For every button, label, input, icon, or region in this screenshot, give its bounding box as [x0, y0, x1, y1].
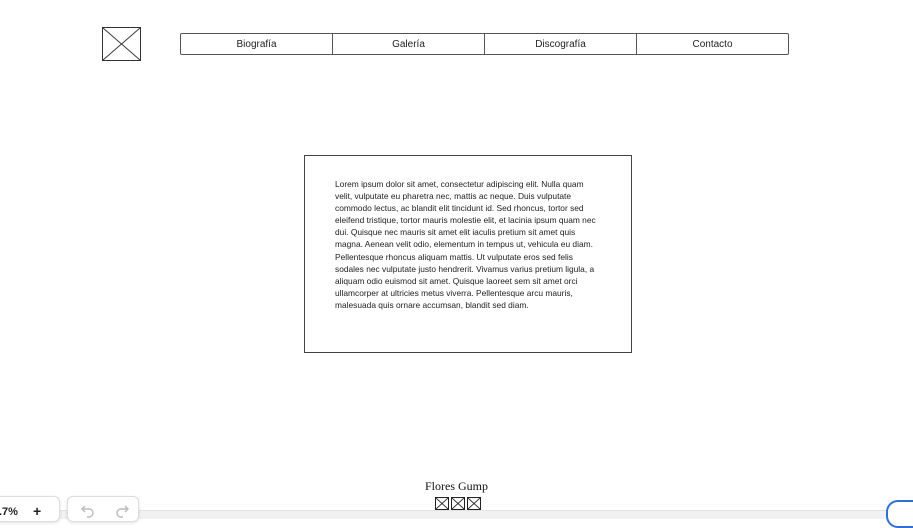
- footer-name: Flores Gump: [425, 479, 488, 493]
- social-placeholder-icon[interactable]: [435, 497, 449, 510]
- redo-icon[interactable]: [114, 504, 130, 518]
- zoom-in-button[interactable]: +: [33, 503, 41, 519]
- social-icons: [435, 497, 483, 511]
- canvas: Biografía Galería Discografía Contacto L…: [0, 0, 913, 518]
- undo-icon[interactable]: [80, 504, 96, 518]
- zoom-level: .7%: [0, 506, 18, 518]
- logo-placeholder-icon: [102, 27, 141, 61]
- social-placeholder-icon[interactable]: [451, 497, 465, 510]
- nav-item-galeria[interactable]: Galería: [333, 34, 485, 54]
- social-placeholder-icon[interactable]: [467, 497, 481, 510]
- nav-item-biografia[interactable]: Biografía: [181, 34, 333, 54]
- zoom-control: .7% +: [0, 496, 60, 522]
- nav-item-discografia[interactable]: Discografía: [485, 34, 637, 54]
- comments-button[interactable]: [886, 500, 913, 528]
- nav-item-contacto[interactable]: Contacto: [637, 34, 788, 54]
- main-nav: Biografía Galería Discografía Contacto: [180, 33, 789, 55]
- content-box: Lorem ipsum dolor sit amet, consectetur …: [304, 155, 632, 353]
- content-paragraph: Lorem ipsum dolor sit amet, consectetur …: [335, 179, 596, 310]
- history-controls: [67, 496, 139, 522]
